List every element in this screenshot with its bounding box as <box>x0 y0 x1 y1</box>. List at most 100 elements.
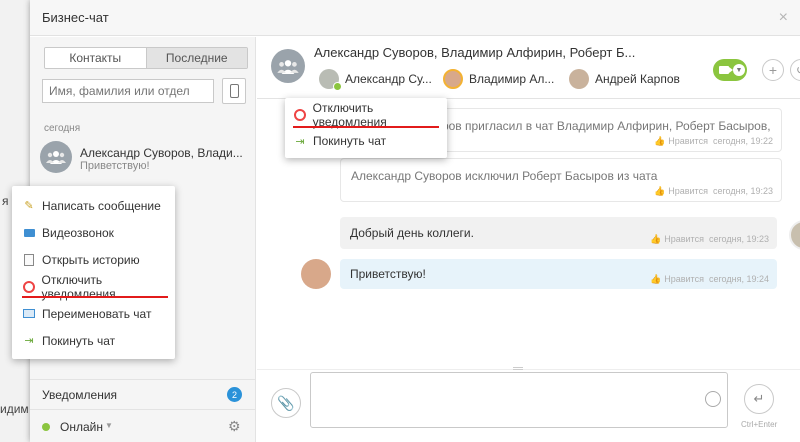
like-link[interactable]: Нравится <box>664 234 704 244</box>
background-text: идим <box>0 402 29 416</box>
message-time: сегодня, 19:24 <box>708 274 769 284</box>
chat-header: Александр Суворов, Владимир Алфирин, Роб… <box>257 37 800 99</box>
like-link[interactable]: Нравится <box>668 186 708 196</box>
attach-button[interactable]: 📎 <box>271 388 301 418</box>
menu-item-label: Покинуть чат <box>42 333 116 348</box>
system-message: Александр Суворов исключил Роберт Басыро… <box>340 158 782 202</box>
avatar <box>443 69 463 89</box>
phone-button[interactable] <box>222 78 246 104</box>
chevron-down-icon[interactable]: ▼ <box>733 64 745 76</box>
chevron-down-icon[interactable]: ▼ <box>105 421 113 430</box>
member-name: Владимир Ал... <box>469 72 555 86</box>
message-time: сегодня, 19:22 <box>712 136 773 146</box>
mute-notifications-icon <box>293 108 307 122</box>
message-bubble: Добрый день коллеги. 👍 Нравится сегодня, … <box>340 217 777 249</box>
menu-item-open-history[interactable]: Открыть историю <box>12 246 175 273</box>
like-link[interactable]: Нравится <box>664 274 704 284</box>
message-meta: 👍 Нравится сегодня, 19:24 <box>650 274 769 285</box>
video-camera-icon <box>719 66 733 74</box>
like-icon[interactable]: 👍 <box>654 186 665 196</box>
phone-icon <box>229 84 239 98</box>
background-text: я <box>2 194 9 208</box>
menu-item-write-message[interactable]: ✎ Написать сообщение <box>12 192 175 219</box>
notifications-badge: 2 <box>227 387 242 402</box>
tab-contacts[interactable]: Контакты <box>45 48 146 68</box>
menu-item-video-call[interactable]: Видеозвонок <box>12 219 175 246</box>
message-composer: 📎 ↵ Ctrl+Enter <box>257 367 800 442</box>
menu-item-leave-chat[interactable]: ⇥ Покинуть чат <box>12 327 175 354</box>
resize-handle[interactable] <box>513 367 523 370</box>
avatar <box>789 220 800 250</box>
gear-icon[interactable]: ⚙ <box>228 418 241 435</box>
leave-chat-icon: ⇥ <box>295 135 305 148</box>
close-icon[interactable]: × <box>779 10 788 26</box>
message-time: сегодня, 19:23 <box>708 234 769 244</box>
member-name: Андрей Карпов <box>595 72 680 86</box>
window-titlebar: Бизнес-чат <box>30 0 800 36</box>
chat-title[interactable]: Александр Суворов, Владимир Алфирин, Роб… <box>314 45 635 60</box>
avatar <box>301 259 331 289</box>
header-dropdown-menu: Отключить уведомления ⇥ Покинуть чат <box>285 98 447 158</box>
tab-recent[interactable]: Последние <box>145 48 247 68</box>
menu-item-label: Написать сообщение <box>42 198 161 213</box>
chat-member[interactable]: Андрей Карпов <box>569 68 680 90</box>
message-time: сегодня, 19:23 <box>712 186 773 196</box>
paperclip-icon: 📎 <box>277 394 295 411</box>
plus-icon: + <box>768 62 778 78</box>
like-icon[interactable]: 👍 <box>654 136 665 146</box>
menu-item-label: Переименовать чат <box>42 306 152 321</box>
message-text: Александр Суворов исключил Роберт Басыро… <box>351 169 658 183</box>
chat-member[interactable]: Александр Су... <box>319 68 432 91</box>
send-icon: ↵ <box>753 391 765 406</box>
message-bubble: Приветствую! 👍 Нравится сегодня, 19:24 <box>340 259 777 289</box>
sidebar-tabs: Контакты Последние <box>44 47 248 69</box>
leave-chat-icon: ⇥ <box>24 335 34 347</box>
highlight-underline <box>22 296 168 298</box>
like-link[interactable]: Нравится <box>668 136 708 146</box>
menu-item-mute-notifications[interactable]: Отключить уведомления <box>285 101 447 129</box>
message-text: Добрый день коллеги. <box>350 226 474 240</box>
member-name: Александр Су... <box>345 72 432 86</box>
video-camera-icon <box>22 226 36 240</box>
group-chat-icon <box>271 49 305 83</box>
rename-icon <box>22 307 36 321</box>
recent-chat-name: Александр Суворов, Влади... <box>80 146 243 160</box>
group-chat-icon <box>40 141 72 173</box>
notifications-label: Уведомления <box>42 388 118 402</box>
menu-item-label: Покинуть чат <box>313 134 387 148</box>
message-meta: 👍 Нравится сегодня, 19:22 <box>654 136 773 147</box>
section-label-today: сегодня <box>44 123 81 134</box>
chat-member[interactable]: Владимир Ал... <box>443 68 554 90</box>
status-row: Онлайн ▼ ⚙ <box>30 409 256 441</box>
smile-icon[interactable] <box>705 391 721 407</box>
chat-context-menu: ✎ Написать сообщение Видеозвонок Открыть… <box>12 186 175 359</box>
avatar <box>569 69 589 89</box>
menu-item-rename-chat[interactable]: Переименовать чат <box>12 300 175 327</box>
send-button[interactable]: ↵ <box>744 384 774 414</box>
search-input[interactable] <box>42 79 214 103</box>
history-icon <box>22 253 36 267</box>
menu-item-leave-chat[interactable]: ⇥ Покинуть чат <box>285 128 447 154</box>
history-icon: ↺ <box>796 63 800 77</box>
message-meta: 👍 Нравится сегодня, 19:23 <box>654 186 773 197</box>
add-user-button[interactable]: + <box>762 59 784 81</box>
pencil-icon: ✎ <box>24 200 34 212</box>
recent-chat-message: Приветствую! <box>80 160 150 172</box>
recent-chat-item[interactable]: Александр Суворов, Влади... Приветствую! <box>30 137 256 179</box>
message-meta: 👍 Нравится сегодня, 19:23 <box>650 234 769 245</box>
like-icon[interactable]: 👍 <box>650 234 661 244</box>
like-icon[interactable]: 👍 <box>650 274 661 284</box>
avatar <box>319 69 342 91</box>
send-hint: Ctrl+Enter <box>741 420 778 429</box>
window-title: Бизнес-чат <box>42 10 109 25</box>
menu-item-label: Отключить уведомления <box>312 101 387 129</box>
video-call-button[interactable]: ▼ <box>713 59 747 81</box>
notifications-row[interactable]: Уведомления 2 <box>30 379 256 407</box>
status-selector[interactable]: Онлайн <box>60 420 103 434</box>
menu-item-label: Видеозвонок <box>42 225 114 240</box>
message-input[interactable] <box>310 372 728 428</box>
history-button[interactable]: ↺ <box>790 59 800 81</box>
message-text: Приветствую! <box>350 267 426 281</box>
menu-item-mute-notifications[interactable]: Отключить уведомления <box>12 273 175 301</box>
mute-notifications-icon <box>22 280 36 294</box>
